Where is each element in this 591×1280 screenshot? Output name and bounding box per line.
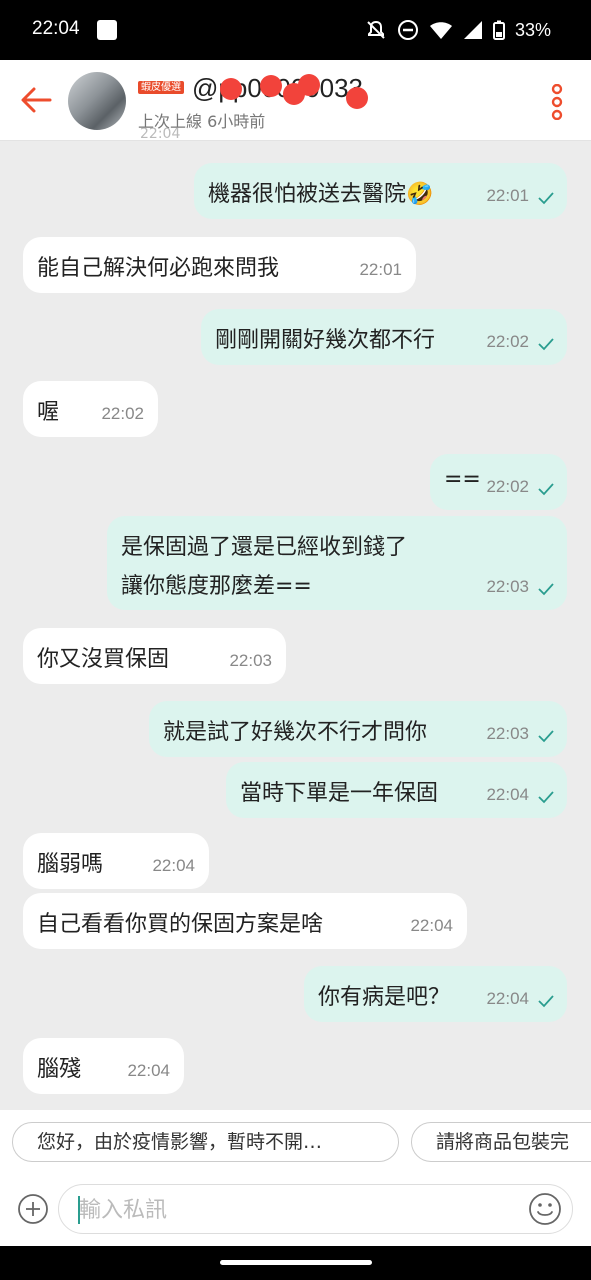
read-check-icon: [538, 791, 554, 804]
dnd-icon: [397, 20, 418, 40]
message-bubble-outgoing[interactable]: 是保固過了還是已經收到錢了 讓你態度那麼差== 22:03: [107, 516, 567, 610]
message-text: 自己看看你買的保固方案是啥: [37, 912, 324, 937]
message-time: 22:03: [229, 651, 272, 670]
message-time: 22:01: [486, 186, 529, 205]
battery-percent: 33%: [514, 19, 551, 40]
notification-icon: [97, 20, 117, 40]
add-icon[interactable]: [17, 1193, 49, 1225]
more-vertical-icon[interactable]: [550, 84, 564, 120]
message-text: 能自己解決何必跑來問我: [37, 256, 280, 281]
system-nav-bar: [0, 1246, 591, 1280]
message-time: 22:04: [410, 916, 453, 935]
message-text-line-2: 讓你態度那麼差==: [121, 574, 312, 599]
message-text: 你有病是吧？: [318, 985, 451, 1010]
back-arrow-icon[interactable]: [18, 82, 54, 118]
message-time: 22:02: [486, 332, 529, 351]
status-time: 22:04: [32, 18, 80, 39]
message-input-box[interactable]: [58, 1184, 573, 1234]
read-check-icon: [538, 583, 554, 596]
message-bubble-incoming[interactable]: 你又沒買保固 22:03: [23, 628, 286, 684]
message-time: 22:04: [152, 856, 195, 875]
message-time: 22:04: [127, 1061, 170, 1080]
quick-reply-chip[interactable]: 請將商品包裝完: [411, 1122, 591, 1162]
message-bubble-incoming[interactable]: 自己看看你買的保固方案是啥 22:04: [23, 893, 467, 949]
message-bubble-outgoing[interactable]: 你有病是吧？ 22:04: [304, 966, 567, 1022]
message-bubble-outgoing[interactable]: == 22:02: [430, 454, 567, 510]
message-bubble-outgoing[interactable]: 當時下單是一年保固 22:04: [226, 762, 567, 818]
status-bar: 22:04 33%: [0, 0, 591, 60]
home-indicator[interactable]: [220, 1260, 372, 1265]
preferred-seller-badge: 蝦皮優選: [138, 81, 184, 94]
message-bubble-outgoing[interactable]: 機器很怕被送去醫院🤣 22:01: [194, 163, 567, 219]
message-text: 你又沒買保固: [37, 647, 170, 672]
message-time: 22:01: [359, 260, 402, 279]
message-text: 當時下單是一年保固: [240, 781, 439, 806]
message-time: 22:03: [486, 724, 529, 743]
message-time: 22:02: [486, 477, 529, 496]
message-input[interactable]: [77, 1193, 511, 1227]
read-check-icon: [538, 995, 554, 1008]
message-bubble-outgoing[interactable]: 就是試了好幾次不行才問你 22:03: [149, 701, 567, 757]
signal-icon: [463, 21, 482, 39]
read-check-icon: [538, 338, 554, 351]
redaction-dot: [346, 87, 368, 109]
emoji-icon[interactable]: [528, 1192, 562, 1226]
message-bubble-incoming[interactable]: 腦殘 22:04: [23, 1038, 184, 1094]
message-text: 喔: [37, 400, 60, 425]
battery-icon: [492, 20, 505, 40]
message-bubble-incoming[interactable]: 腦弱嗎 22:04: [23, 833, 209, 889]
silent-icon: [367, 20, 385, 39]
message-time: 22:02: [101, 404, 144, 423]
partial-timestamp: 22:04: [140, 126, 181, 142]
read-check-icon: [538, 730, 554, 743]
message-text: 腦弱嗎: [37, 852, 104, 877]
chat-header: 蝦皮優選 @pp00000033 上次上線 6小時前: [0, 60, 591, 141]
avatar[interactable]: [68, 72, 126, 130]
message-bubble-incoming[interactable]: 能自己解決何必跑來問我 22:01: [23, 237, 416, 293]
redaction-dot: [298, 74, 320, 96]
message-text: 就是試了好幾次不行才問你: [163, 720, 428, 745]
message-text: ==: [444, 467, 481, 492]
message-time: 22:04: [486, 989, 529, 1008]
message-text-line-1: 是保固過了還是已經收到錢了: [121, 535, 408, 560]
status-icons: 33%: [365, 19, 551, 41]
message-bubble-outgoing[interactable]: 剛剛開關好幾次都不行 22:02: [201, 309, 567, 365]
message-text: 腦殘: [37, 1057, 82, 1082]
quick-reply-chip[interactable]: 您好，由於疫情影響，暫時不開…: [12, 1122, 399, 1162]
message-time: 22:04: [486, 785, 529, 804]
message-time: 22:03: [486, 577, 529, 596]
read-check-icon: [538, 192, 554, 205]
read-check-icon: [538, 483, 554, 496]
message-text: 機器很怕被送去醫院🤣: [208, 182, 434, 207]
redaction-dot: [220, 78, 242, 100]
message-text: 剛剛開關好幾次都不行: [215, 328, 436, 353]
redaction-dot: [260, 75, 282, 97]
wifi-icon: [429, 22, 452, 39]
message-bubble-incoming[interactable]: 喔 22:02: [23, 381, 158, 437]
